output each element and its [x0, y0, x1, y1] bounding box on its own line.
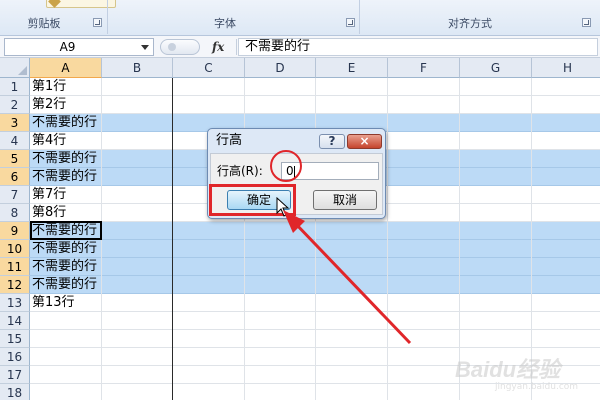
row-header[interactable]: 17: [0, 366, 30, 384]
cell-a[interactable]: 第7行: [32, 186, 66, 204]
ribbon-divider: [107, 0, 108, 34]
column-header-e[interactable]: E: [316, 58, 388, 78]
dialog-body: 行高(R): 0 确定 取消: [210, 153, 383, 215]
cell-a[interactable]: 不需要的行: [32, 276, 97, 294]
clipboard-launcher-icon[interactable]: [93, 18, 102, 27]
formula-input[interactable]: 不需要的行: [238, 38, 598, 56]
column-header-d[interactable]: D: [245, 58, 316, 78]
cell-a[interactable]: 第1行: [32, 78, 66, 96]
column-header-a[interactable]: A: [30, 58, 102, 78]
name-box[interactable]: A9: [4, 38, 154, 56]
close-button[interactable]: ×: [347, 134, 382, 149]
row-height-input[interactable]: 0: [281, 162, 379, 180]
insert-function-icon[interactable]: fx: [212, 39, 232, 55]
help-button[interactable]: ?: [319, 134, 345, 149]
row-height-label: 行高(R):: [217, 164, 263, 178]
row-header[interactable]: 13: [0, 294, 30, 312]
alignment-launcher-icon[interactable]: [582, 18, 591, 27]
row-header[interactable]: 5: [0, 150, 30, 168]
column-header-c[interactable]: C: [173, 58, 245, 78]
row-header[interactable]: 1: [0, 78, 30, 96]
worksheet-grid[interactable]: A B C D E F G H 1 第1行 2 第2行 3 不需要的行 4 第4行 5 不需要的行 6 不需要的行 7 第…: [0, 58, 600, 400]
grid-line: [101, 78, 102, 400]
cell-a[interactable]: 第4行: [32, 132, 66, 150]
column-header-h[interactable]: H: [532, 58, 600, 78]
row-header[interactable]: 3: [0, 114, 30, 132]
row-header[interactable]: 18: [0, 384, 30, 400]
cell-a[interactable]: 不需要的行: [32, 168, 97, 186]
chevron-down-icon[interactable]: [141, 45, 149, 50]
grid-line: [387, 78, 388, 400]
formula-bar: A9 fx 不需要的行: [0, 36, 600, 58]
select-all-button[interactable]: [0, 58, 30, 78]
grid-line: [172, 78, 173, 400]
watermark-url: jingyan.baidu.com: [495, 382, 579, 392]
formula-bar-splitter[interactable]: [160, 39, 200, 55]
alignment-group-label: 对齐方式: [448, 17, 492, 30]
cell-a[interactable]: 不需要的行: [32, 222, 97, 240]
row-height-value: 0: [286, 164, 294, 178]
cell-a[interactable]: 不需要的行: [32, 150, 97, 168]
format-painter-icon: [48, 0, 61, 8]
cell-a[interactable]: 不需要的行: [32, 114, 97, 132]
row-header[interactable]: 12: [0, 276, 30, 294]
row-header[interactable]: 4: [0, 132, 30, 150]
dialog-title: 行高: [216, 133, 243, 148]
font-launcher-icon[interactable]: [346, 18, 355, 27]
row-header[interactable]: 11: [0, 258, 30, 276]
cell-a[interactable]: 不需要的行: [32, 258, 97, 276]
text-caret: [293, 165, 295, 178]
ribbon: 剪贴板 字体 对齐方式: [0, 0, 600, 36]
watermark-logo-text: Baidu经验: [455, 357, 561, 382]
format-painter-button[interactable]: [46, 0, 116, 8]
font-group-label: 字体: [214, 17, 236, 30]
column-header-b[interactable]: B: [102, 58, 173, 78]
cell-a[interactable]: 第2行: [32, 96, 66, 114]
row-header[interactable]: 15: [0, 330, 30, 348]
grid-line: [315, 78, 316, 400]
baidu-watermark: Baidu经验 jingyan.baidu.com: [455, 352, 595, 396]
column-header-g[interactable]: G: [460, 58, 532, 78]
cell-a[interactable]: 第8行: [32, 204, 66, 222]
row-header[interactable]: 8: [0, 204, 30, 222]
clipboard-group-label: 剪贴板: [27, 17, 61, 30]
grid-line: [244, 78, 245, 400]
row-header[interactable]: 2: [0, 96, 30, 114]
ribbon-divider: [359, 0, 360, 34]
name-box-value: A9: [59, 40, 76, 54]
row-header[interactable]: 10: [0, 240, 30, 258]
row-header[interactable]: 7: [0, 186, 30, 204]
cell-a[interactable]: 不需要的行: [32, 240, 97, 258]
cancel-button[interactable]: 取消: [313, 190, 377, 210]
row-header[interactable]: 6: [0, 168, 30, 186]
column-header-f[interactable]: F: [388, 58, 460, 78]
row-header[interactable]: 14: [0, 312, 30, 330]
row-header[interactable]: 16: [0, 348, 30, 366]
cell-a[interactable]: 第13行: [32, 294, 75, 312]
ok-button[interactable]: 确定: [227, 190, 291, 210]
row-header[interactable]: 9: [0, 222, 30, 240]
row-height-dialog: 行高 ? × 行高(R): 0 确定 取消: [207, 128, 386, 219]
